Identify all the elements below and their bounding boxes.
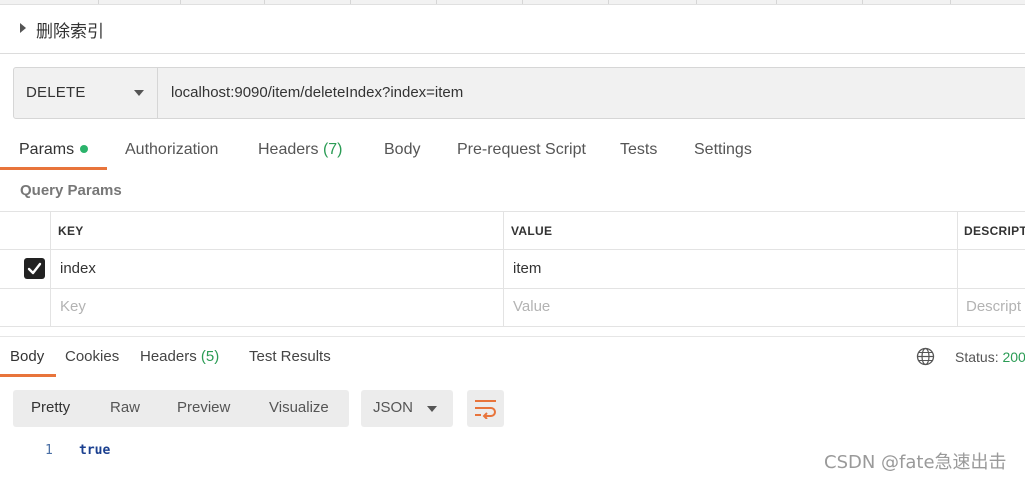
chevron-down-icon — [134, 90, 144, 96]
caret-right-icon[interactable] — [20, 23, 26, 33]
url-input[interactable]: localhost:9090/item/deleteIndex?index=it… — [171, 84, 463, 101]
status-value: 200 — [1002, 349, 1025, 365]
format-label: JSON — [373, 399, 414, 416]
tab-headers-label: Headers — [258, 141, 319, 158]
tab-settings[interactable]: Settings — [694, 141, 752, 159]
param-value[interactable]: item — [513, 260, 541, 277]
param-key[interactable]: index — [60, 260, 96, 277]
table-divider — [957, 211, 958, 326]
tab-params-label: Params — [19, 141, 75, 158]
watermark: CSDN @fate急速出击 — [824, 452, 1007, 473]
response-tab-headers-label: Headers — [140, 348, 197, 365]
status-label: Status: — [955, 349, 999, 365]
view-raw-button[interactable]: Raw — [110, 399, 140, 416]
tab-headers[interactable]: Headers (7) — [258, 141, 343, 159]
response-tab-headers-count: (5) — [200, 348, 220, 365]
new-key-input[interactable]: Key — [60, 298, 86, 315]
table-border-row — [0, 288, 1025, 289]
table-divider — [503, 211, 504, 326]
globe-icon[interactable] — [916, 347, 935, 366]
table-border-top — [0, 211, 1025, 212]
column-header-value: VALUE — [511, 224, 553, 238]
table-border-bottom — [0, 326, 1025, 327]
view-preview-button[interactable]: Preview — [177, 399, 230, 416]
table-divider — [50, 211, 51, 326]
tab-pre-request-script[interactable]: Pre-request Script — [457, 141, 586, 159]
wrap-lines-button[interactable] — [467, 390, 504, 427]
tab-body[interactable]: Body — [384, 141, 420, 159]
response-active-tab-indicator — [0, 374, 56, 377]
url-bar: DELETE localhost:9090/item/deleteIndex?i… — [13, 67, 1025, 119]
method-select[interactable]: DELETE — [14, 68, 158, 118]
new-value-input[interactable]: Value — [513, 298, 550, 315]
active-tab-indicator — [0, 167, 107, 170]
wrap-lines-icon — [475, 400, 496, 419]
new-description-input[interactable]: Descript — [966, 298, 1025, 315]
params-active-dot — [80, 145, 89, 153]
response-tab-test-results[interactable]: Test Results — [249, 348, 331, 365]
request-title-row: 删除索引 — [0, 4, 1025, 54]
query-params-label: Query Params — [20, 182, 122, 199]
line-number: 1 — [45, 443, 53, 458]
request-name[interactable]: 删除索引 — [36, 17, 104, 42]
response-status: Status: 200 — [955, 349, 1025, 365]
tab-headers-count: (7) — [322, 141, 343, 158]
tab-params[interactable]: Params — [19, 141, 89, 159]
chevron-down-icon — [427, 406, 437, 412]
response-tab-body[interactable]: Body — [10, 348, 44, 365]
response-tab-headers[interactable]: Headers (5) — [140, 348, 219, 365]
format-select[interactable]: JSON — [361, 390, 453, 427]
method-label: DELETE — [26, 84, 86, 101]
tab-tests[interactable]: Tests — [620, 141, 657, 159]
view-mode-group: Pretty Raw Preview Visualize — [13, 390, 349, 427]
tab-authorization[interactable]: Authorization — [125, 141, 218, 159]
column-header-description: DESCRIPTI — [964, 224, 1025, 238]
view-visualize-button[interactable]: Visualize — [269, 399, 329, 416]
view-pretty-button[interactable]: Pretty — [31, 399, 70, 416]
table-border-header — [0, 249, 1025, 250]
column-header-key: KEY — [58, 224, 84, 238]
response-tab-cookies[interactable]: Cookies — [65, 348, 119, 365]
check-icon — [27, 262, 42, 275]
response-body-line: true — [79, 443, 111, 458]
response-separator — [0, 336, 1025, 337]
param-checkbox[interactable] — [24, 258, 45, 279]
